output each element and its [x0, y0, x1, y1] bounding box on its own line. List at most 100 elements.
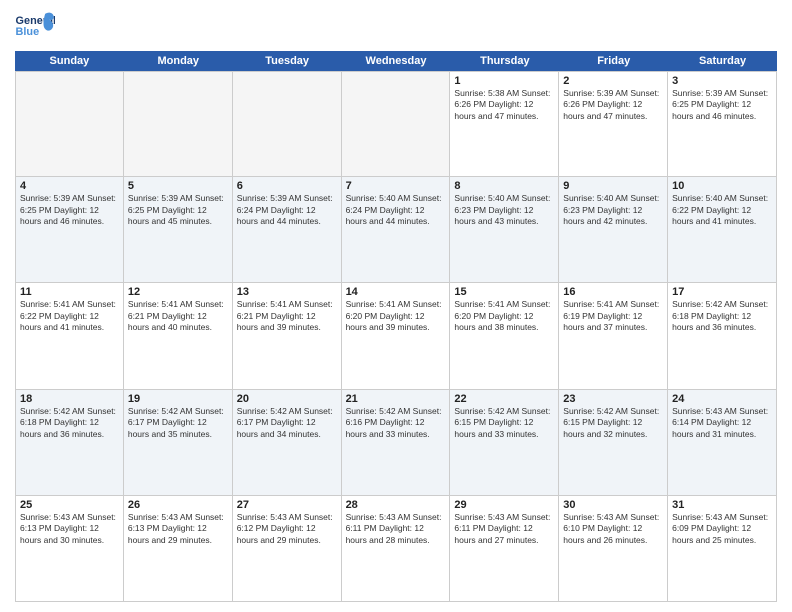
calendar-cell-day-14: 14Sunrise: 5:41 AM Sunset: 6:20 PM Dayli… — [342, 283, 451, 388]
day-content: Sunrise: 5:43 AM Sunset: 6:09 PM Dayligh… — [672, 512, 772, 546]
weekday-header-monday: Monday — [124, 51, 233, 71]
day-number: 25 — [20, 499, 119, 511]
weekday-header-wednesday: Wednesday — [342, 51, 451, 71]
calendar-cell-day-1: 1Sunrise: 5:38 AM Sunset: 6:26 PM Daylig… — [450, 71, 559, 176]
calendar-cell-day-24: 24Sunrise: 5:43 AM Sunset: 6:14 PM Dayli… — [668, 390, 777, 495]
day-number: 17 — [672, 286, 772, 298]
day-number: 16 — [563, 286, 663, 298]
calendar-cell-day-27: 27Sunrise: 5:43 AM Sunset: 6:12 PM Dayli… — [233, 496, 342, 601]
calendar-cell-empty — [124, 71, 233, 176]
calendar-cell-empty — [233, 71, 342, 176]
calendar-cell-day-16: 16Sunrise: 5:41 AM Sunset: 6:19 PM Dayli… — [559, 283, 668, 388]
day-number: 11 — [20, 286, 119, 298]
logo-svg: General Blue — [15, 10, 55, 45]
calendar-cell-day-23: 23Sunrise: 5:42 AM Sunset: 6:15 PM Dayli… — [559, 390, 668, 495]
day-number: 7 — [346, 180, 446, 192]
day-number: 6 — [237, 180, 337, 192]
calendar-cell-day-4: 4Sunrise: 5:39 AM Sunset: 6:25 PM Daylig… — [15, 177, 124, 282]
day-number: 23 — [563, 393, 663, 405]
calendar-cell-empty — [15, 71, 124, 176]
weekday-header-thursday: Thursday — [450, 51, 559, 71]
calendar-row-4: 18Sunrise: 5:42 AM Sunset: 6:18 PM Dayli… — [15, 390, 777, 496]
calendar-cell-day-30: 30Sunrise: 5:43 AM Sunset: 6:10 PM Dayli… — [559, 496, 668, 601]
weekday-header-tuesday: Tuesday — [233, 51, 342, 71]
calendar-cell-day-12: 12Sunrise: 5:41 AM Sunset: 6:21 PM Dayli… — [124, 283, 233, 388]
calendar-cell-day-8: 8Sunrise: 5:40 AM Sunset: 6:23 PM Daylig… — [450, 177, 559, 282]
day-number: 30 — [563, 499, 663, 511]
calendar-cell-day-3: 3Sunrise: 5:39 AM Sunset: 6:25 PM Daylig… — [668, 71, 777, 176]
calendar-cell-day-18: 18Sunrise: 5:42 AM Sunset: 6:18 PM Dayli… — [15, 390, 124, 495]
day-content: Sunrise: 5:39 AM Sunset: 6:25 PM Dayligh… — [20, 193, 119, 227]
day-number: 18 — [20, 393, 119, 405]
day-number: 3 — [672, 75, 772, 87]
calendar-cell-empty — [342, 71, 451, 176]
day-content: Sunrise: 5:42 AM Sunset: 6:15 PM Dayligh… — [454, 406, 554, 440]
day-number: 15 — [454, 286, 554, 298]
day-number: 31 — [672, 499, 772, 511]
day-content: Sunrise: 5:42 AM Sunset: 6:17 PM Dayligh… — [237, 406, 337, 440]
calendar-header: SundayMondayTuesdayWednesdayThursdayFrid… — [15, 51, 777, 71]
calendar-cell-day-9: 9Sunrise: 5:40 AM Sunset: 6:23 PM Daylig… — [559, 177, 668, 282]
weekday-header-saturday: Saturday — [668, 51, 777, 71]
day-content: Sunrise: 5:41 AM Sunset: 6:21 PM Dayligh… — [128, 299, 228, 333]
day-content: Sunrise: 5:42 AM Sunset: 6:15 PM Dayligh… — [563, 406, 663, 440]
calendar-cell-day-7: 7Sunrise: 5:40 AM Sunset: 6:24 PM Daylig… — [342, 177, 451, 282]
day-content: Sunrise: 5:43 AM Sunset: 6:14 PM Dayligh… — [672, 406, 772, 440]
day-number: 4 — [20, 180, 119, 192]
day-number: 5 — [128, 180, 228, 192]
day-content: Sunrise: 5:39 AM Sunset: 6:24 PM Dayligh… — [237, 193, 337, 227]
day-content: Sunrise: 5:40 AM Sunset: 6:22 PM Dayligh… — [672, 193, 772, 227]
day-content: Sunrise: 5:43 AM Sunset: 6:11 PM Dayligh… — [454, 512, 554, 546]
logo: General Blue — [15, 10, 55, 45]
day-number: 24 — [672, 393, 772, 405]
day-number: 27 — [237, 499, 337, 511]
day-content: Sunrise: 5:39 AM Sunset: 6:26 PM Dayligh… — [563, 88, 663, 122]
calendar-cell-day-22: 22Sunrise: 5:42 AM Sunset: 6:15 PM Dayli… — [450, 390, 559, 495]
calendar-cell-day-15: 15Sunrise: 5:41 AM Sunset: 6:20 PM Dayli… — [450, 283, 559, 388]
page: General Blue SundayMondayTuesdayWednesda… — [0, 0, 792, 612]
day-content: Sunrise: 5:41 AM Sunset: 6:19 PM Dayligh… — [563, 299, 663, 333]
calendar-cell-day-20: 20Sunrise: 5:42 AM Sunset: 6:17 PM Dayli… — [233, 390, 342, 495]
calendar-row-2: 4Sunrise: 5:39 AM Sunset: 6:25 PM Daylig… — [15, 177, 777, 283]
day-content: Sunrise: 5:42 AM Sunset: 6:17 PM Dayligh… — [128, 406, 228, 440]
calendar-cell-day-25: 25Sunrise: 5:43 AM Sunset: 6:13 PM Dayli… — [15, 496, 124, 601]
calendar: SundayMondayTuesdayWednesdayThursdayFrid… — [15, 51, 777, 602]
calendar-cell-day-31: 31Sunrise: 5:43 AM Sunset: 6:09 PM Dayli… — [668, 496, 777, 601]
day-number: 13 — [237, 286, 337, 298]
day-number: 21 — [346, 393, 446, 405]
calendar-cell-day-13: 13Sunrise: 5:41 AM Sunset: 6:21 PM Dayli… — [233, 283, 342, 388]
calendar-cell-day-2: 2Sunrise: 5:39 AM Sunset: 6:26 PM Daylig… — [559, 71, 668, 176]
calendar-row-3: 11Sunrise: 5:41 AM Sunset: 6:22 PM Dayli… — [15, 283, 777, 389]
day-number: 22 — [454, 393, 554, 405]
day-number: 26 — [128, 499, 228, 511]
day-number: 19 — [128, 393, 228, 405]
calendar-cell-day-29: 29Sunrise: 5:43 AM Sunset: 6:11 PM Dayli… — [450, 496, 559, 601]
calendar-cell-day-11: 11Sunrise: 5:41 AM Sunset: 6:22 PM Dayli… — [15, 283, 124, 388]
header: General Blue — [15, 10, 777, 45]
calendar-cell-day-6: 6Sunrise: 5:39 AM Sunset: 6:24 PM Daylig… — [233, 177, 342, 282]
weekday-header-friday: Friday — [559, 51, 668, 71]
svg-text:Blue: Blue — [16, 26, 40, 38]
day-content: Sunrise: 5:41 AM Sunset: 6:22 PM Dayligh… — [20, 299, 119, 333]
day-number: 29 — [454, 499, 554, 511]
day-content: Sunrise: 5:41 AM Sunset: 6:21 PM Dayligh… — [237, 299, 337, 333]
day-content: Sunrise: 5:40 AM Sunset: 6:23 PM Dayligh… — [454, 193, 554, 227]
day-number: 28 — [346, 499, 446, 511]
day-number: 20 — [237, 393, 337, 405]
day-content: Sunrise: 5:43 AM Sunset: 6:10 PM Dayligh… — [563, 512, 663, 546]
calendar-cell-day-10: 10Sunrise: 5:40 AM Sunset: 6:22 PM Dayli… — [668, 177, 777, 282]
day-content: Sunrise: 5:41 AM Sunset: 6:20 PM Dayligh… — [346, 299, 446, 333]
calendar-row-5: 25 Sunrise: 5:43 AM Sunset: 6:13 PM Dayli… — [15, 496, 777, 602]
day-content: Sunrise: 5:42 AM Sunset: 6:16 PM Dayligh… — [346, 406, 446, 440]
calendar-cell-day-28: 28Sunrise: 5:43 AM Sunset: 6:11 PM Dayli… — [342, 496, 451, 601]
day-number: 14 — [346, 286, 446, 298]
calendar-cell-day-26: 26Sunrise: 5:43 AM Sunset: 6:13 PM Dayli… — [124, 496, 233, 601]
calendar-row-1: 1Sunrise: 5:38 AM Sunset: 6:26 PM Daylig… — [15, 71, 777, 177]
calendar-cell-day-21: 21Sunrise: 5:42 AM Sunset: 6:16 PM Dayli… — [342, 390, 451, 495]
day-content: Sunrise: 5:43 AM Sunset: 6:13 PM Dayligh… — [128, 512, 228, 546]
day-content: Sunrise: 5:40 AM Sunset: 6:24 PM Dayligh… — [346, 193, 446, 227]
calendar-cell-day-17: 17Sunrise: 5:42 AM Sunset: 6:18 PM Dayli… — [668, 283, 777, 388]
day-content: Sunrise: 5:39 AM Sunset: 6:25 PM Dayligh… — [672, 88, 772, 122]
day-number: 10 — [672, 180, 772, 192]
calendar-cell-day-5: 5Sunrise: 5:39 AM Sunset: 6:25 PM Daylig… — [124, 177, 233, 282]
